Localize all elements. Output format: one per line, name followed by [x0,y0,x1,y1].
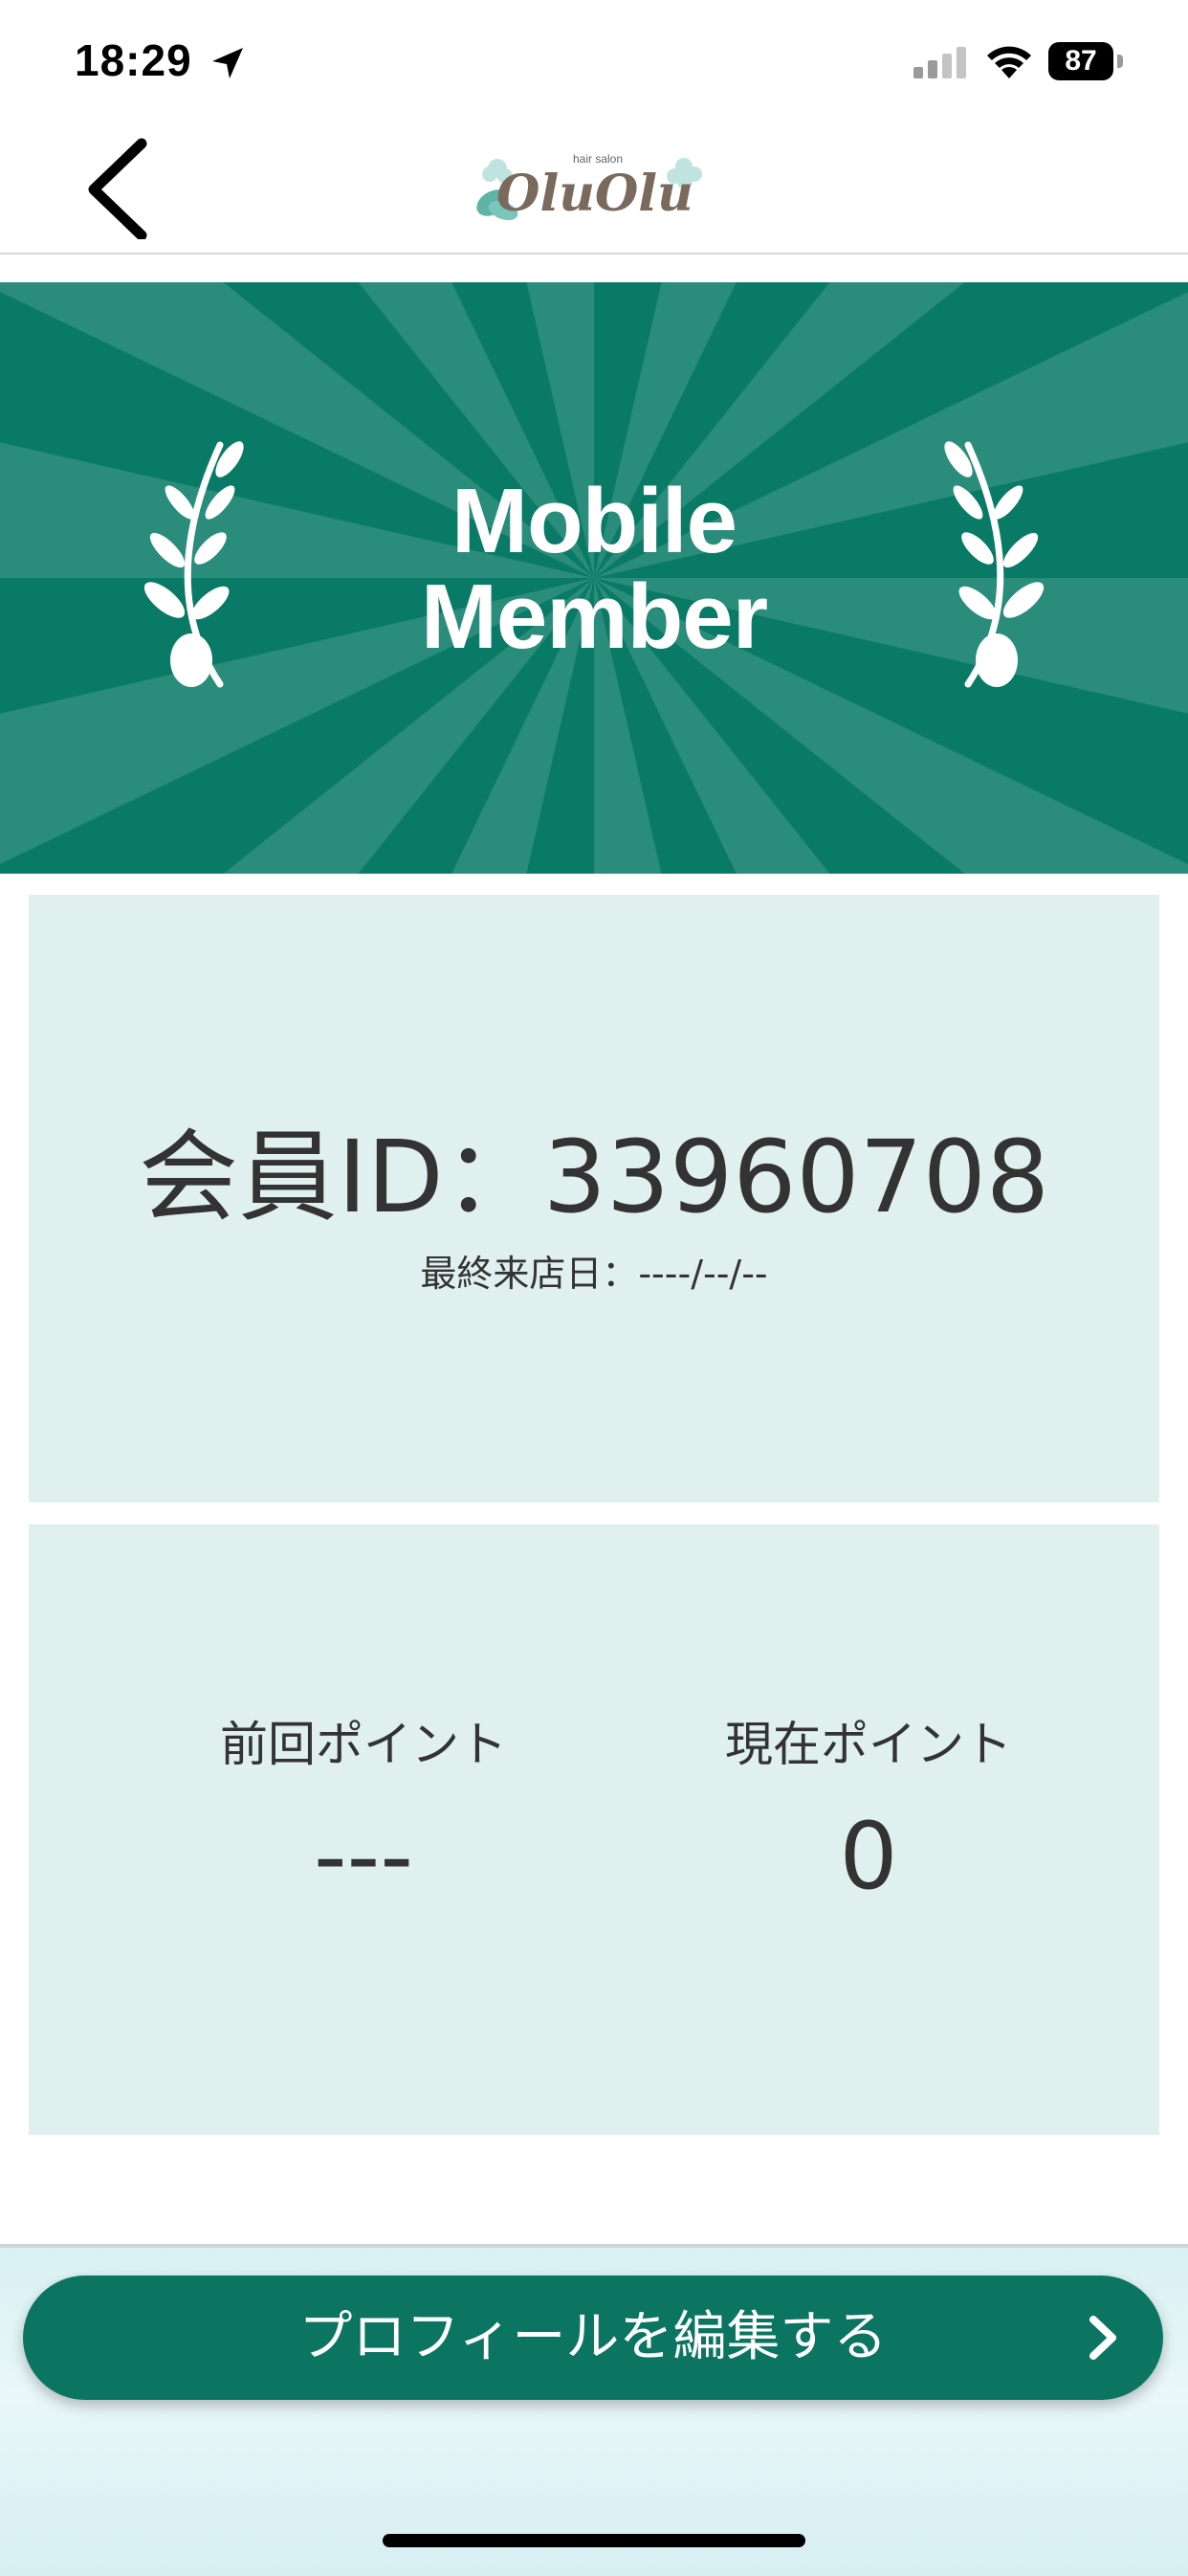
member-id-card: 会員ID：33960708 最終来店日：----/--/-- [29,895,1159,1502]
wifi-icon [987,46,1031,78]
previous-points: 前回ポイント --- [163,1716,564,1909]
current-points-value: 0 [839,1803,898,1910]
logo-text: OluOlu [496,165,693,223]
chevron-right-icon [1089,2316,1116,2360]
salon-logo: hair salon OluOlu [476,152,702,223]
status-bar: 18:29 87 [0,0,1188,124]
edit-profile-label: プロフィールを編集する [298,2306,888,2368]
home-indicator [383,2534,805,2547]
navigation-bar: hair salon OluOlu [0,124,1188,255]
location-arrow-icon [212,48,243,78]
battery-level: 87 [1048,42,1113,80]
cellular-signal-icon [913,47,966,78]
banner-title-line2: Member [420,566,768,668]
member-banner: Mobile Member [0,282,1188,874]
member-id: 会員ID：33960708 [138,1119,1050,1235]
current-points: 現在ポイント 0 [668,1716,1069,1909]
banner-title: Mobile Member [0,474,1188,665]
chevron-left-icon [88,138,147,241]
battery-icon: 87 [1048,42,1125,80]
previous-points-label: 前回ポイント [220,1717,507,1772]
edit-profile-button[interactable]: プロフィールを編集する [23,2276,1163,2400]
status-time: 18:29 [75,35,192,85]
battery-tip [1117,55,1123,68]
last-visit-date: 最終来店日：----/--/-- [420,1253,768,1295]
current-points-label: 現在ポイント [725,1717,1012,1772]
back-button[interactable] [77,134,163,241]
points-card: 前回ポイント --- 現在ポイント 0 [29,1524,1159,2135]
logo-subtext: hair salon [573,152,623,166]
previous-points-value: --- [314,1803,413,1910]
banner-title-line1: Mobile [451,470,737,572]
